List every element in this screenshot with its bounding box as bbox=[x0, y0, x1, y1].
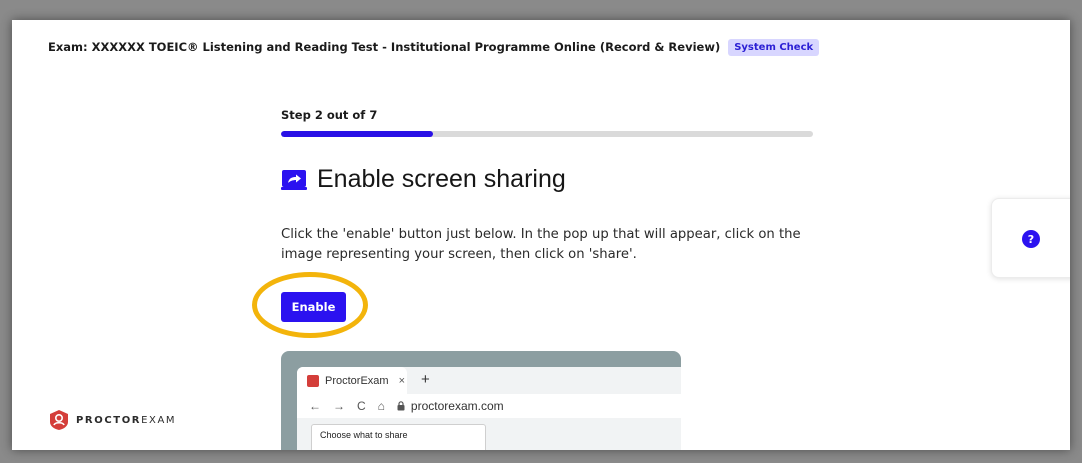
help-panel: ? bbox=[991, 198, 1070, 278]
system-check-badge: System Check bbox=[728, 38, 820, 56]
browser-toolbar: ← → C ⌂ proctorexam.com bbox=[297, 394, 681, 418]
enable-button[interactable]: Enable bbox=[281, 292, 346, 322]
progress-bar bbox=[281, 131, 813, 137]
home-icon: ⌂ bbox=[377, 399, 385, 413]
reload-icon: C bbox=[357, 399, 366, 413]
brand-name: PROCTOREXAM bbox=[76, 414, 177, 426]
page-title-row: Enable screen sharing bbox=[281, 165, 566, 194]
exam-title: Exam: XXXXXX TOEIC® Listening and Readin… bbox=[48, 40, 721, 54]
instructions-text: Click the 'enable' button just below. In… bbox=[281, 227, 801, 262]
screen-share-icon bbox=[281, 169, 307, 190]
share-dialog-title: Choose what to share bbox=[320, 430, 408, 440]
progress-fill bbox=[281, 131, 433, 137]
proctorexam-logo: PROCTOREXAM bbox=[48, 409, 176, 431]
browser-tab-title: ProctorExam bbox=[325, 374, 389, 387]
url-text: proctorexam.com bbox=[410, 399, 504, 413]
proctorexam-logo-icon bbox=[50, 410, 68, 430]
share-dialog: Choose what to share bbox=[311, 424, 486, 450]
proctorexam-favicon-icon bbox=[307, 374, 319, 387]
page-title: Enable screen sharing bbox=[317, 165, 566, 193]
exam-window: Exam: XXXXXX TOEIC® Listening and Readin… bbox=[12, 20, 1070, 450]
tab-close-icon: × bbox=[398, 374, 406, 387]
forward-arrow-icon: → bbox=[333, 399, 345, 413]
back-arrow-icon: ← bbox=[309, 399, 321, 413]
step-label: Step 2 out of 7 bbox=[281, 108, 378, 122]
help-icon[interactable]: ? bbox=[1022, 230, 1040, 248]
address-bar: proctorexam.com bbox=[397, 399, 504, 413]
new-tab-icon: + bbox=[421, 371, 430, 388]
exam-header: Exam: XXXXXX TOEIC® Listening and Readin… bbox=[48, 37, 820, 57]
browser-mockup: ProctorExam × + ← → C ⌂ proctorexam.com … bbox=[297, 367, 681, 450]
screen-share-illustration: ProctorExam × + ← → C ⌂ proctorexam.com … bbox=[281, 351, 681, 450]
browser-tab: ProctorExam × bbox=[297, 367, 407, 394]
lock-icon bbox=[397, 401, 405, 411]
